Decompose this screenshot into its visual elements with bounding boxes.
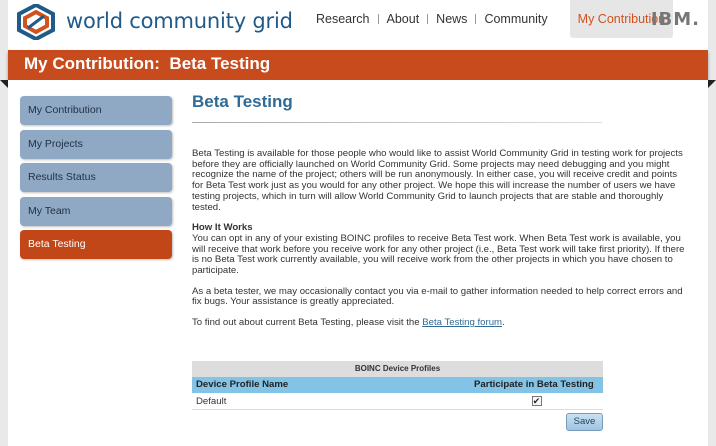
site-header: world community grid Research About News… xyxy=(8,0,708,50)
sidebar-nav: My Contribution My Projects Results Stat… xyxy=(20,96,172,264)
column-header-participate: Participate in Beta Testing xyxy=(474,379,594,390)
sidebar-item-beta-testing[interactable]: Beta Testing xyxy=(20,230,172,259)
save-button[interactable]: Save xyxy=(566,413,603,431)
beta-testing-forum-link[interactable]: Beta Testing forum xyxy=(422,317,502,328)
forum-prefix: To find out about current Beta Testing, … xyxy=(192,317,423,329)
sidebar-item-my-team[interactable]: My Team xyxy=(20,196,172,226)
column-header-profile-name: Device Profile Name xyxy=(196,379,289,390)
how-it-works-section: How It Works You can opt in any of your … xyxy=(192,223,687,277)
profile-name-cell: Default xyxy=(196,396,227,407)
page-title-band: My Contribution: Beta Testing xyxy=(8,50,708,80)
forum-paragraph: To find out about current Beta Testing, … xyxy=(192,317,687,329)
forum-suffix: . xyxy=(502,317,505,329)
table-row: Default ✔ xyxy=(192,393,603,410)
title-divider xyxy=(192,122,602,123)
wcg-logo-icon[interactable] xyxy=(16,4,56,40)
contact-paragraph: As a beta tester, we may occasionally co… xyxy=(192,285,683,308)
band-title: My Contribution: Beta Testing xyxy=(24,54,271,73)
sidebar-item-results-status[interactable]: Results Status xyxy=(20,163,172,192)
nav-news[interactable]: News xyxy=(428,0,475,38)
participate-checkbox[interactable]: ✔ xyxy=(531,396,542,406)
band-fold-right xyxy=(708,80,716,88)
table-header: Device Profile Name Participate in Beta … xyxy=(192,377,603,393)
top-nav: Research About News Community My Contrib… xyxy=(308,0,674,38)
brand-name[interactable]: world community grid xyxy=(66,9,293,33)
band-fold-left xyxy=(0,80,8,88)
content-panel: My Contribution My Projects Results Stat… xyxy=(8,80,708,446)
nav-community[interactable]: Community xyxy=(476,0,555,38)
nav-about[interactable]: About xyxy=(379,0,428,38)
table-caption: BOINC Device Profiles xyxy=(192,361,603,377)
nav-research[interactable]: Research xyxy=(308,0,378,38)
ibm-logo[interactable]: IBM. xyxy=(651,9,700,30)
page-title: Beta Testing xyxy=(192,92,293,111)
main-content: Beta Testing Beta Testing is available f… xyxy=(192,92,687,329)
intro-paragraph: Beta Testing is available for those peop… xyxy=(192,148,683,213)
sidebar-item-my-contribution[interactable]: My Contribution xyxy=(20,96,172,125)
how-it-works-text: You can opt in any of your existing BOIN… xyxy=(192,232,685,277)
sidebar-item-my-projects[interactable]: My Projects xyxy=(20,129,172,159)
device-profiles-table: BOINC Device Profiles Device Profile Nam… xyxy=(192,361,603,431)
participate-cell: ✔ xyxy=(470,393,603,409)
